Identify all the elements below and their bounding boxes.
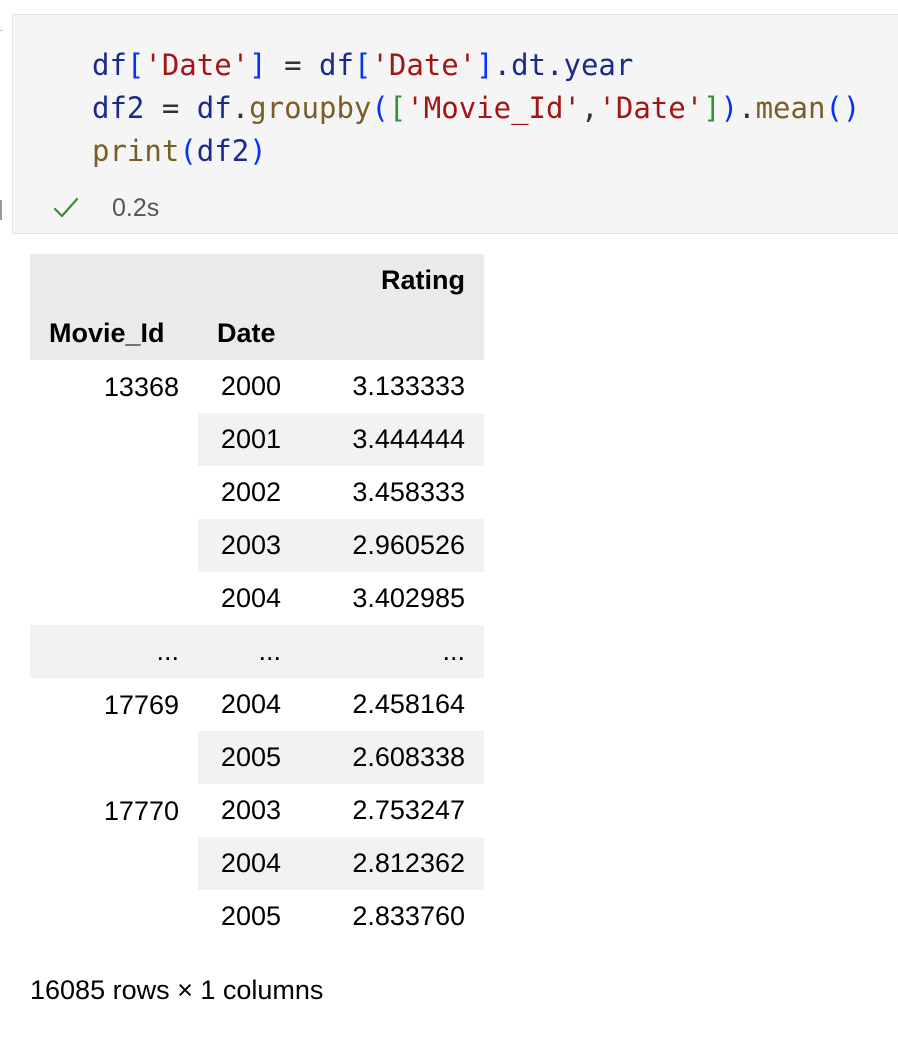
code-token: [ — [388, 91, 407, 125]
cell-rating: 2.812362 — [300, 837, 484, 890]
index-movie-id — [30, 572, 198, 625]
code-token: df — [196, 91, 232, 125]
index-names-row: Movie_Id Date — [30, 307, 484, 360]
cell-gutter-mark — [0, 200, 2, 220]
index-date: 2005 — [198, 731, 300, 784]
table-row: 2004 3.402985 — [30, 572, 484, 625]
code-token: ) — [249, 134, 267, 168]
code-token: ( — [179, 134, 197, 168]
header-blank — [198, 254, 300, 307]
index-date: 2000 — [220, 371, 281, 401]
index-movie-id — [30, 466, 198, 519]
index-date: 2004 — [220, 689, 281, 719]
code-token: df2 — [196, 134, 250, 168]
table-row: 2002 3.458333 — [30, 466, 484, 519]
index-date: 2005 — [220, 901, 281, 931]
code-token: ] — [703, 91, 721, 125]
index-movie-id: 13368 — [30, 360, 198, 413]
code-token: df2 — [92, 91, 145, 125]
code-token: df — [319, 48, 354, 82]
index-movie-id: 17770 — [30, 784, 198, 837]
code-token: print — [92, 134, 180, 168]
header-blank — [300, 307, 484, 360]
code-token: () — [825, 91, 861, 125]
index-movie-id — [30, 413, 198, 466]
dataframe-output: Rating Movie_Id Date 13368 2000 3.133333 20… — [30, 254, 484, 943]
code-token: 'Date' — [144, 48, 250, 82]
code-token: ] — [249, 48, 267, 82]
index-name-movie-id: Movie_Id — [30, 307, 198, 360]
code-token: mean — [755, 91, 826, 125]
cell-rating: 3.458333 — [352, 477, 465, 507]
table-row: 17769 2004 2.458164 — [30, 678, 484, 731]
code-token: . — [231, 91, 250, 125]
code-line: print(df2) — [92, 134, 267, 168]
cell-rating: 3.133333 — [352, 371, 465, 401]
table-row: ......... — [30, 625, 484, 678]
code-editor[interactable]: df['Date'] = df['Date'].dt.year df2 = df… — [92, 44, 860, 173]
index-date: 2003 — [198, 519, 300, 572]
code-token: .dt.year — [493, 48, 634, 82]
table-row: 2005 2.608338 — [30, 731, 484, 784]
code-token: ] — [476, 48, 494, 82]
code-line: df2 = df.groupby(['Movie_Id','Date']).me… — [92, 91, 860, 125]
index-date: 2002 — [220, 477, 281, 507]
code-token: 'Movie_Id' — [406, 91, 581, 125]
table-row: 13368 2000 3.133333 — [30, 360, 484, 413]
cell-rating: 2.753247 — [352, 795, 465, 825]
table-row: 2005 2.833760 — [30, 890, 484, 943]
code-token: [ — [126, 48, 145, 82]
index-date: 2004 — [220, 583, 281, 613]
index-name-date: Date — [198, 307, 300, 360]
code-token: ( — [371, 91, 389, 125]
index-movie-id — [30, 890, 198, 943]
code-token: . — [738, 91, 756, 125]
cell-rating: 2.458164 — [352, 689, 465, 719]
code-token: = — [144, 91, 197, 125]
index-date: 2004 — [198, 837, 300, 890]
table-row: 2003 2.960526 — [30, 519, 484, 572]
cell-gutter-top-mark — [0, 30, 3, 31]
header-blank — [30, 254, 198, 307]
code-token: ) — [720, 91, 739, 125]
cell-rating: 2.960526 — [300, 519, 484, 572]
code-token: = — [266, 48, 320, 82]
cell-rating: ... — [300, 625, 484, 678]
code-token: , — [580, 91, 599, 125]
cell-rating: 3.402985 — [352, 583, 465, 613]
dataframe-shape: 16085 rows × 1 columns — [30, 975, 324, 1005]
cell-rating: 2.608338 — [300, 731, 484, 784]
index-movie-id — [30, 519, 198, 572]
code-line: df['Date'] = df['Date'].dt.year — [92, 48, 633, 82]
column-header-row: Rating — [30, 254, 484, 307]
index-date: 2001 — [198, 413, 300, 466]
index-date: 2003 — [220, 795, 281, 825]
code-token: [ — [353, 48, 372, 82]
table-row: 17770 2003 2.753247 — [30, 784, 484, 837]
code-token: 'Date' — [598, 91, 704, 125]
index-date: ... — [198, 625, 300, 678]
execution-time: 0.2s — [112, 193, 160, 222]
cell-rating: 3.444444 — [300, 413, 484, 466]
table-row: 2001 3.444444 — [30, 413, 484, 466]
code-token: groupby — [249, 91, 372, 125]
index-movie-id — [30, 731, 198, 784]
cell-rating: 2.833760 — [352, 901, 465, 931]
execution-status: 0.2s — [52, 193, 159, 223]
index-movie-id — [30, 837, 198, 890]
code-token: df — [92, 48, 127, 82]
check-icon — [53, 197, 79, 218]
index-movie-id: 17769 — [30, 678, 198, 731]
table-row: 2004 2.812362 — [30, 837, 484, 890]
column-header-rating: Rating — [300, 254, 484, 307]
index-movie-id: ... — [30, 625, 198, 678]
code-token: 'Date' — [371, 48, 477, 82]
